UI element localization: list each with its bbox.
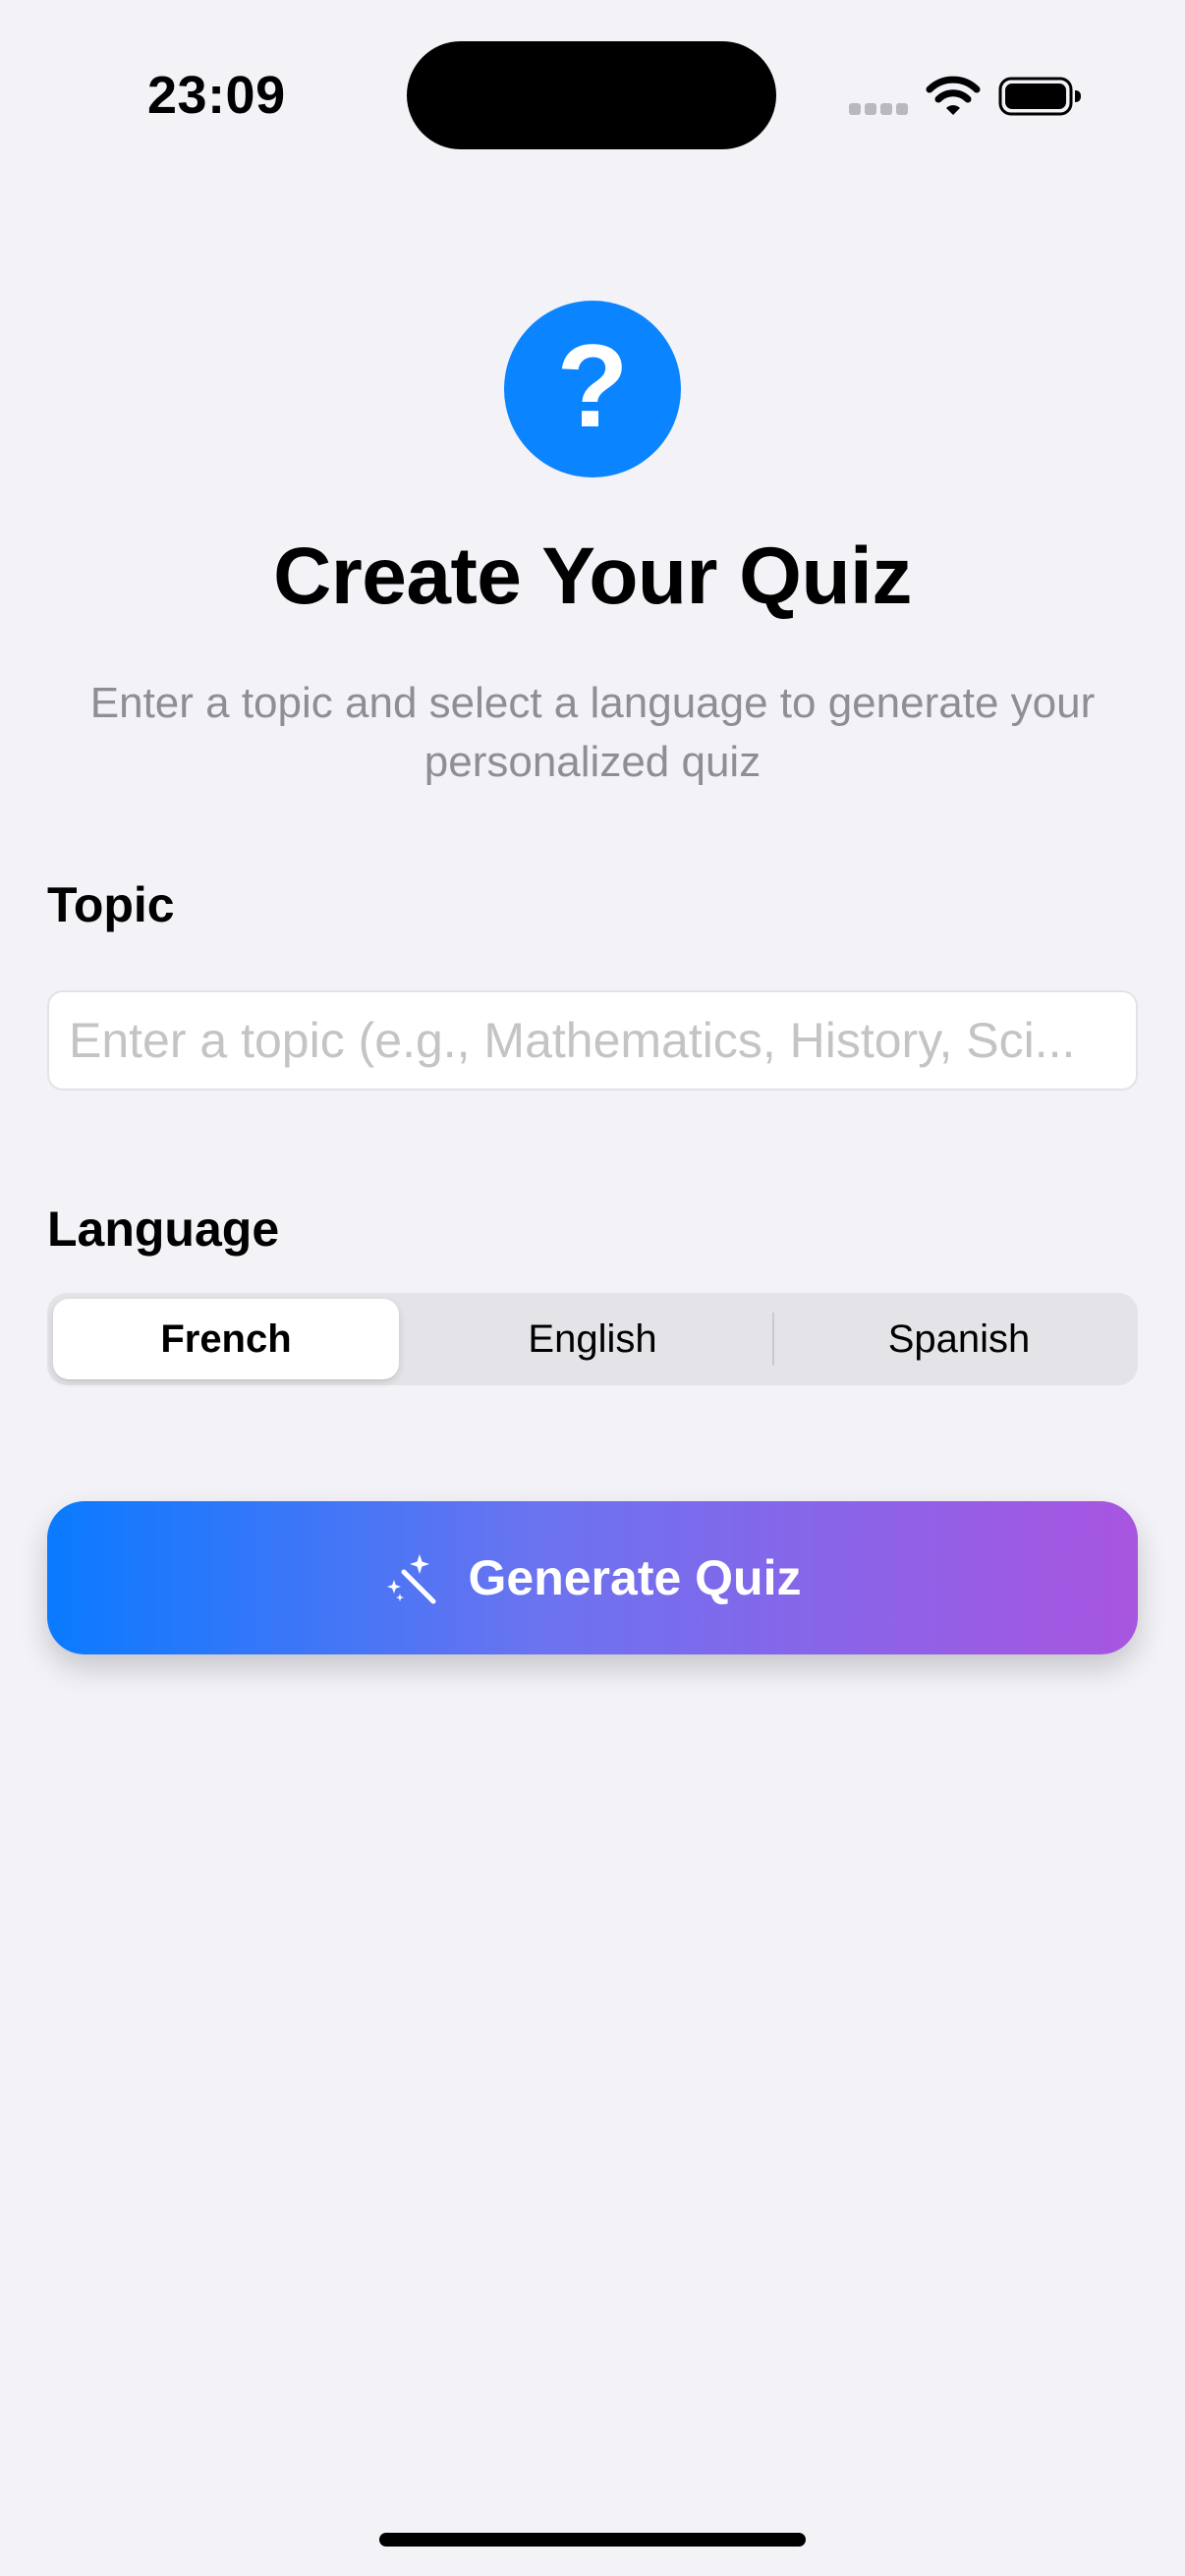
generate-quiz-button[interactable]: Generate Quiz	[47, 1501, 1138, 1654]
magic-wand-icon	[386, 1554, 435, 1604]
generate-quiz-label: Generate Quiz	[468, 1550, 802, 1605]
page-title: Create Your Quiz	[273, 532, 912, 621]
language-option-french[interactable]: French	[53, 1299, 399, 1379]
status-bar: 23:09	[0, 0, 1185, 187]
battery-icon	[998, 77, 1081, 116]
language-option-spanish[interactable]: Spanish	[786, 1299, 1132, 1379]
quiz-logo: ?	[504, 301, 681, 477]
status-time: 23:09	[147, 66, 286, 125]
wifi-icon	[926, 76, 981, 115]
language-segmented-control: French English Spanish	[47, 1293, 1138, 1385]
topic-label: Topic	[47, 877, 175, 932]
signal-icon	[849, 103, 908, 117]
page-subtitle: Enter a topic and select a language to g…	[89, 679, 1096, 786]
language-label: Language	[47, 1202, 280, 1257]
dynamic-island	[407, 41, 776, 149]
topic-input[interactable]	[47, 990, 1138, 1091]
language-option-english[interactable]: English	[420, 1299, 765, 1379]
segment-divider	[772, 1313, 774, 1366]
question-mark-icon: ?	[556, 320, 629, 452]
home-indicator[interactable]	[379, 2533, 806, 2547]
